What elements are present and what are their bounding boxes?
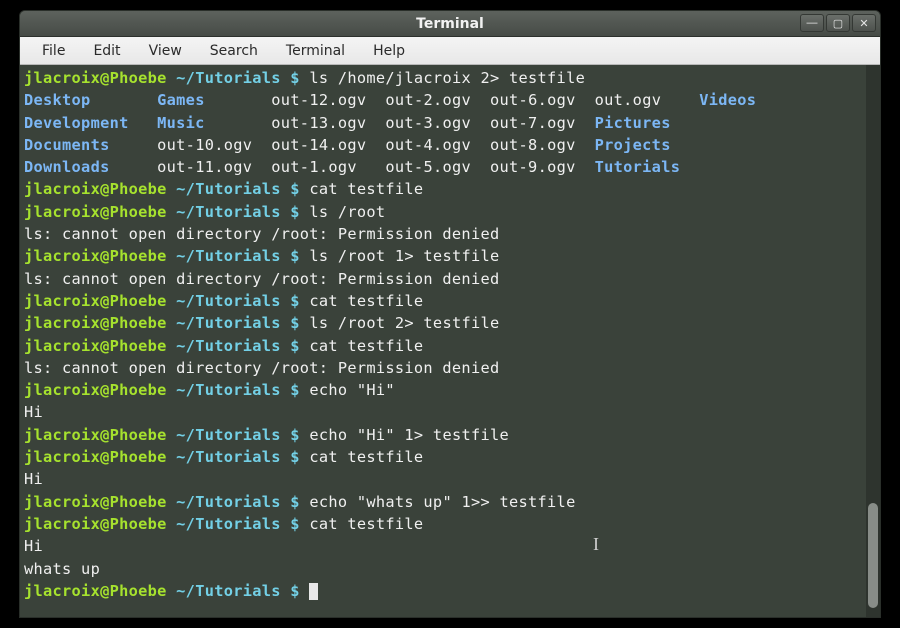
prompt-path: ~/Tutorials $ — [176, 314, 300, 332]
maximize-icon: ▢ — [833, 17, 843, 30]
block-cursor — [309, 583, 318, 600]
prompt-user: jlacroix@Phoebe — [24, 247, 167, 265]
output-line: ls: cannot open directory /root: Permiss… — [24, 359, 499, 377]
prompt-path: ~/Tutorials $ — [176, 582, 300, 600]
menu-view[interactable]: View — [135, 39, 196, 63]
command-text: ls /root — [309, 203, 385, 221]
menu-help[interactable]: Help — [359, 39, 419, 63]
prompt-user: jlacroix@Phoebe — [24, 381, 167, 399]
ls-dir: Desktop — [24, 91, 91, 109]
menu-file[interactable]: File — [28, 39, 79, 63]
command-text: cat testfile — [309, 292, 423, 310]
minimize-button[interactable]: — — [800, 14, 824, 32]
ls-file: out-7.ogv — [490, 114, 595, 132]
ls-dir: Projects — [595, 136, 671, 154]
prompt-user: jlacroix@Phoebe — [24, 180, 167, 198]
menubar: File Edit View Search Terminal Help — [20, 37, 880, 65]
menu-terminal[interactable]: Terminal — [272, 39, 359, 63]
prompt-path: ~/Tutorials $ — [176, 493, 300, 511]
ls-file: out-5.ogv — [385, 158, 490, 176]
command-text: cat testfile — [309, 337, 423, 355]
prompt-path: ~/Tutorials $ — [176, 426, 300, 444]
prompt-user: jlacroix@Phoebe — [24, 515, 167, 533]
output-line: ls: cannot open directory /root: Permiss… — [24, 225, 499, 243]
prompt-user: jlacroix@Phoebe — [24, 582, 167, 600]
output-line: whats up — [24, 560, 100, 578]
command-text: echo "Hi" 1> testfile — [309, 426, 509, 444]
maximize-button[interactable]: ▢ — [826, 14, 850, 32]
ls-dir: Music — [157, 114, 205, 132]
terminal-window: Terminal — ▢ ✕ File Edit View Search Ter… — [19, 10, 881, 618]
ls-file: out-14.ogv — [271, 136, 385, 154]
ls-file — [699, 158, 756, 176]
ls-file: out-1.ogv — [271, 158, 385, 176]
ls-file: out-9.ogv — [490, 158, 595, 176]
menu-edit[interactable]: Edit — [79, 39, 134, 63]
minimize-icon: — — [807, 17, 818, 29]
ls-file — [699, 136, 756, 154]
ls-dir: Tutorials — [595, 158, 681, 176]
command-text: ls /home/jlacroix 2> testfile — [309, 69, 585, 87]
ls-dir: Downloads — [24, 158, 110, 176]
ls-file: out-3.ogv — [385, 114, 490, 132]
scrollbar-track[interactable] — [866, 65, 880, 617]
ls-file: out-12.ogv — [271, 91, 385, 109]
ls-file: out-4.ogv — [385, 136, 490, 154]
command-text: cat testfile — [309, 448, 423, 466]
command-text: echo "Hi" — [309, 381, 395, 399]
titlebar[interactable]: Terminal — ▢ ✕ — [20, 11, 880, 37]
command-text: ls /root 1> testfile — [309, 247, 499, 265]
ls-dir: Development — [24, 114, 129, 132]
prompt-path: ~/Tutorials $ — [176, 69, 300, 87]
ls-dir: Games — [157, 91, 205, 109]
close-icon: ✕ — [859, 17, 868, 30]
command-text: echo "whats up" 1>> testfile — [309, 493, 575, 511]
ls-file: out-10.ogv — [157, 136, 271, 154]
terminal-output[interactable]: jlacroix@Phoebe ~/Tutorials $ ls /home/j… — [20, 65, 866, 617]
prompt-user: jlacroix@Phoebe — [24, 337, 167, 355]
prompt-path: ~/Tutorials $ — [176, 180, 300, 198]
ls-file: out-11.ogv — [157, 158, 271, 176]
prompt-path: ~/Tutorials $ — [176, 448, 300, 466]
prompt-path: ~/Tutorials $ — [176, 247, 300, 265]
output-line: Hi — [24, 403, 43, 421]
ls-file — [699, 114, 756, 132]
ls-dir: Pictures — [595, 114, 671, 132]
prompt-user: jlacroix@Phoebe — [24, 426, 167, 444]
ls-file: out.ogv — [595, 91, 700, 109]
command-text: cat testfile — [309, 180, 423, 198]
prompt-path: ~/Tutorials $ — [176, 381, 300, 399]
command-text: cat testfile — [309, 515, 423, 533]
output-line: Hi — [24, 537, 43, 555]
menu-search[interactable]: Search — [196, 39, 272, 63]
output-line: Hi — [24, 470, 43, 488]
window-title: Terminal — [416, 16, 484, 32]
close-button[interactable]: ✕ — [852, 14, 876, 32]
prompt-path: ~/Tutorials $ — [176, 203, 300, 221]
prompt-user: jlacroix@Phoebe — [24, 448, 167, 466]
prompt-user: jlacroix@Phoebe — [24, 69, 167, 87]
prompt-user: jlacroix@Phoebe — [24, 292, 167, 310]
terminal-area: jlacroix@Phoebe ~/Tutorials $ ls /home/j… — [20, 65, 880, 617]
prompt-user: jlacroix@Phoebe — [24, 493, 167, 511]
ls-dir: Documents — [24, 136, 110, 154]
prompt-user: jlacroix@Phoebe — [24, 314, 167, 332]
ls-file: out-2.ogv — [385, 91, 490, 109]
prompt-path: ~/Tutorials $ — [176, 292, 300, 310]
prompt-user: jlacroix@Phoebe — [24, 203, 167, 221]
scrollbar-thumb[interactable] — [868, 503, 878, 608]
ls-file: out-8.ogv — [490, 136, 595, 154]
prompt-path: ~/Tutorials $ — [176, 337, 300, 355]
command-text: ls /root 2> testfile — [309, 314, 499, 332]
ls-file: out-6.ogv — [490, 91, 595, 109]
output-line: ls: cannot open directory /root: Permiss… — [24, 270, 499, 288]
window-controls: — ▢ ✕ — [800, 14, 876, 32]
prompt-path: ~/Tutorials $ — [176, 515, 300, 533]
ls-file: out-13.ogv — [271, 114, 385, 132]
ls-dir: Videos — [699, 91, 756, 109]
